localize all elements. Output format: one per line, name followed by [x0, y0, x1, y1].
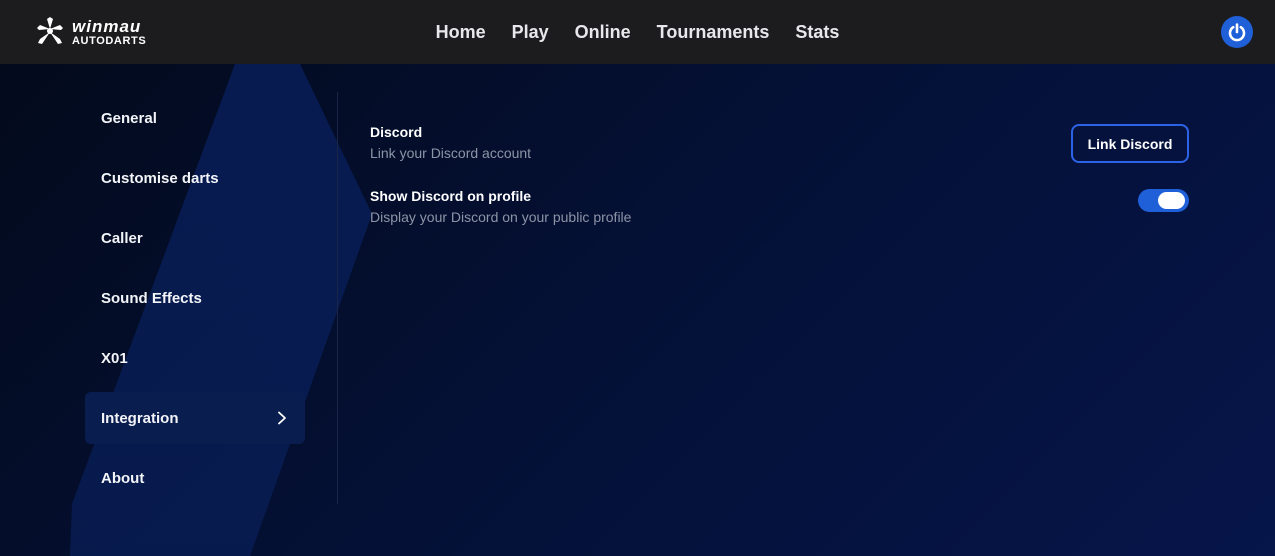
power-icon: [1228, 23, 1246, 42]
sidebar-item-caller[interactable]: Caller: [85, 212, 305, 264]
nav-home[interactable]: Home: [436, 22, 486, 43]
sidebar-item-customise-darts[interactable]: Customise darts: [85, 152, 305, 204]
nav-stats[interactable]: Stats: [795, 22, 839, 43]
show-discord-description: Display your Discord on your public prof…: [370, 209, 632, 225]
sidebar-item-label: General: [101, 109, 157, 127]
link-discord-button[interactable]: Link Discord: [1071, 124, 1189, 163]
sidebar-item-label: Caller: [101, 229, 143, 247]
sidebar-item-x01[interactable]: X01: [85, 332, 305, 384]
sidebar-item-about[interactable]: About: [85, 452, 305, 504]
sidebar-item-integration[interactable]: Integration: [85, 392, 305, 444]
top-bar: winmau AUTODARTS Home Play Online Tourna…: [0, 0, 1275, 64]
nav-online[interactable]: Online: [575, 22, 631, 43]
sidebar-item-general[interactable]: General: [85, 92, 305, 144]
nav-play[interactable]: Play: [512, 22, 549, 43]
chevron-right-icon: [278, 411, 286, 425]
show-discord-toggle[interactable]: [1138, 189, 1189, 212]
sidebar-item-label: Customise darts: [101, 169, 219, 187]
sidebar-item-label: Integration: [101, 409, 179, 427]
power-button[interactable]: [1221, 16, 1253, 48]
sidebar-item-label: About: [101, 469, 145, 487]
settings-page: General Customise darts Caller Sound Eff…: [0, 64, 1275, 556]
discord-title: Discord: [370, 124, 423, 140]
sidebar-item-label: X01: [101, 349, 128, 367]
show-discord-setting: Show Discord on profile Display your Dis…: [370, 188, 1190, 225]
discord-description: Link your Discord account: [370, 145, 532, 161]
nav-tournaments[interactable]: Tournaments: [657, 22, 770, 43]
toggle-knob: [1158, 192, 1185, 209]
show-discord-title: Show Discord on profile: [370, 188, 532, 204]
sidebar-item-sound-effects[interactable]: Sound Effects: [85, 272, 305, 324]
sidebar-divider: [337, 92, 338, 504]
discord-setting: Discord Link your Discord account: [370, 124, 1190, 161]
main-nav: Home Play Online Tournaments Stats: [0, 0, 1275, 64]
settings-sidebar: General Customise darts Caller Sound Eff…: [85, 92, 305, 512]
sidebar-item-label: Sound Effects: [101, 289, 202, 307]
